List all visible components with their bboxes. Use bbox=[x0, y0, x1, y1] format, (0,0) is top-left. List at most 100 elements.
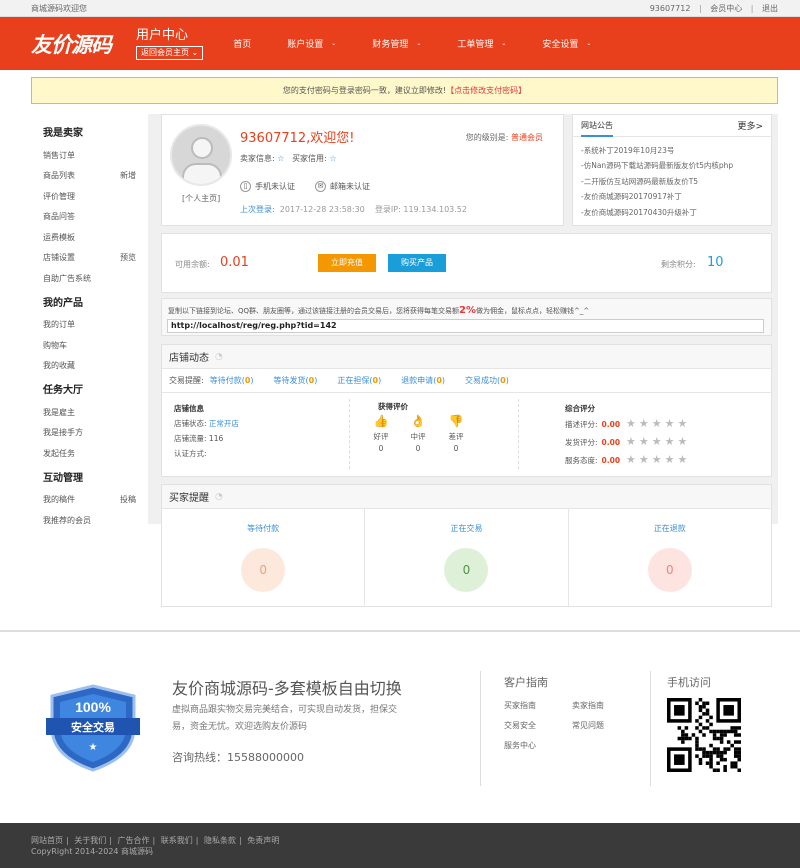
announcement-item[interactable]: -仿Nan源码下载站源码最新版友价t5内核php bbox=[581, 158, 763, 173]
trade-link[interactable]: 等待付款(0) bbox=[210, 375, 254, 386]
chevron-down-icon: ⌄ bbox=[331, 40, 337, 47]
sidebar-item-label[interactable]: 评价管理 bbox=[43, 191, 75, 202]
user-center-title: 用户中心 bbox=[136, 27, 189, 43]
announcement-panel: 网站公告 更多> -系统补丁2019年10月23号 -仿Nan源码下载站源码最新版友… bbox=[572, 114, 772, 226]
traffic-label: 店铺流量: bbox=[174, 434, 207, 443]
nav-item[interactable]: 账户设置 ⌄ bbox=[287, 37, 336, 50]
sidebar-item-label[interactable]: 我的稿件 bbox=[43, 494, 75, 505]
seller-credit-label: 卖家信息: bbox=[240, 154, 275, 163]
sidebar-item-label[interactable]: 销售订单 bbox=[43, 150, 75, 161]
sidebar-item-label[interactable]: 我推荐的会员 bbox=[43, 515, 91, 526]
sidebar-item[interactable]: 店铺设置 预览 bbox=[43, 248, 148, 269]
phone-auth[interactable]: 手机未认证 bbox=[255, 181, 295, 192]
content: [个人主页] 93607712,欢迎您! 您的级别是: 普通会员 卖家信息: ☆… bbox=[161, 114, 778, 607]
guide-link[interactable]: 服务中心 bbox=[504, 740, 572, 751]
email-auth[interactable]: 邮箱未认证 bbox=[330, 181, 370, 192]
sidebar-item-extra[interactable]: 预览 bbox=[120, 252, 136, 263]
change-pay-password-link[interactable]: 【点击修改支付密码】 bbox=[446, 85, 526, 96]
back-label: 返回会员主页 bbox=[141, 47, 189, 57]
sidebar-item[interactable]: 自助广告系统 bbox=[43, 268, 148, 289]
chevron-down-icon: ⌄ bbox=[416, 40, 422, 47]
nav-item[interactable]: 首页 bbox=[233, 37, 251, 50]
nav-label: 账户设置 bbox=[287, 40, 324, 50]
sidebar-item-label[interactable]: 我的订单 bbox=[43, 319, 75, 330]
sidebar-item-label[interactable]: 自助广告系统 bbox=[43, 273, 91, 284]
buyer-count-circle: 0 bbox=[444, 548, 489, 592]
buy-product-button[interactable]: 购买产品 bbox=[388, 254, 446, 272]
nav-item[interactable]: 财务管理 ⌄ bbox=[372, 37, 421, 50]
sidebar-item[interactable]: 购物车 bbox=[43, 335, 148, 356]
sidebar-item-label[interactable]: 发起任务 bbox=[43, 448, 75, 459]
eval-label: 好评 bbox=[373, 432, 389, 441]
trade-link[interactable]: 退款申请(0) bbox=[401, 375, 445, 386]
buyer-column[interactable]: 正在退款 0 bbox=[569, 509, 771, 607]
bottom-link[interactable]: 关于我们 bbox=[74, 836, 106, 845]
sidebar-item[interactable]: 我的稿件 投稿 bbox=[43, 490, 148, 511]
sidebar-item-extra[interactable]: 投稿 bbox=[120, 494, 136, 505]
sidebar-item[interactable]: 我是雇主 bbox=[43, 402, 148, 423]
guide-link[interactable]: 买家指南 bbox=[504, 700, 572, 711]
separator: | bbox=[66, 836, 72, 845]
bottom-link[interactable]: 联系我们 bbox=[161, 836, 193, 845]
sidebar-item[interactable]: 销售订单 bbox=[43, 145, 148, 166]
referral-url-field[interactable]: http://localhost/reg/reg.php?tid=142 bbox=[167, 319, 764, 333]
trade-link[interactable]: 正在担保(0) bbox=[337, 375, 381, 386]
sidebar-item-extra[interactable]: 新增 bbox=[120, 170, 136, 181]
guide-link[interactable]: 常见问题 bbox=[572, 720, 632, 731]
eval-item: 👎 差评 0 bbox=[436, 415, 476, 455]
buyer-column-label[interactable]: 正在退款 bbox=[569, 523, 771, 534]
guide-link[interactable]: 卖家指南 bbox=[572, 700, 632, 711]
bottom-link[interactable]: 免责声明 bbox=[247, 836, 279, 845]
trade-link[interactable]: 等待发货(0) bbox=[274, 375, 318, 386]
personal-home-link[interactable]: [个人主页] bbox=[182, 193, 220, 204]
announcement-item[interactable]: -友价商城源码20170430升级补丁 bbox=[581, 205, 763, 220]
nav-item[interactable]: 工单管理 ⌄ bbox=[457, 37, 506, 50]
sidebar-item-label[interactable]: 购物车 bbox=[43, 340, 67, 351]
sidebar-item[interactable]: 我的订单 bbox=[43, 315, 148, 336]
recharge-button[interactable]: 立即充值 bbox=[318, 254, 376, 272]
sidebar-item-label[interactable]: 商品问答 bbox=[43, 211, 75, 222]
sidebar-item[interactable]: 商品列表 新增 bbox=[43, 166, 148, 187]
guide-link[interactable]: 交易安全 bbox=[504, 720, 572, 731]
sidebar-item[interactable]: 发起任务 bbox=[43, 443, 148, 464]
announcement-item[interactable]: -系统补丁2019年10月23号 bbox=[581, 143, 763, 158]
sidebar-item-label[interactable]: 我的收藏 bbox=[43, 360, 75, 371]
sidebar-item-label[interactable]: 商品列表 bbox=[43, 170, 75, 181]
avatar[interactable] bbox=[170, 124, 232, 186]
site-logo[interactable]: 友价源码 bbox=[31, 29, 112, 59]
member-center-link[interactable]: 会员中心 bbox=[710, 4, 742, 13]
announcement-item[interactable]: -友价商城源码20170917补丁 bbox=[581, 189, 763, 204]
star-icon: ☆ bbox=[329, 154, 337, 163]
sidebar-item-label[interactable]: 我是接手方 bbox=[43, 427, 83, 438]
buyer-column[interactable]: 等待付款 0 bbox=[162, 509, 366, 607]
sidebar-item[interactable]: 商品问答 bbox=[43, 207, 148, 228]
buyer-column-label[interactable]: 正在交易 bbox=[365, 523, 567, 534]
score-row: 发货评分: 0.00 ★★★★★ bbox=[565, 433, 690, 451]
commission-pct: 2% bbox=[459, 305, 477, 316]
more-link[interactable]: 更多> bbox=[737, 119, 763, 132]
bottom-link[interactable]: 网站首页 bbox=[31, 836, 63, 845]
sidebar-item[interactable]: 我是接手方 bbox=[43, 423, 148, 444]
buyer-column-label[interactable]: 等待付款 bbox=[162, 523, 364, 534]
chevron-down-icon: ⌄ bbox=[501, 40, 507, 47]
trade-link[interactable]: 交易成功(0) bbox=[465, 375, 509, 386]
eval-count: 0 bbox=[453, 444, 459, 453]
buyer-column[interactable]: 正在交易 0 bbox=[365, 509, 569, 607]
announcement-item[interactable]: -二开版仿互站网源码最新版友价T5 bbox=[581, 174, 763, 189]
sidebar-item[interactable]: 我推荐的会员 bbox=[43, 510, 148, 531]
bottom-link[interactable]: 广告合作 bbox=[118, 836, 150, 845]
sidebar-item-label[interactable]: 运费模板 bbox=[43, 232, 75, 243]
sidebar-item[interactable]: 评价管理 bbox=[43, 186, 148, 207]
sidebar-item-label[interactable]: 我是雇主 bbox=[43, 407, 75, 418]
sidebar-item[interactable]: 运费模板 bbox=[43, 227, 148, 248]
back-member-home-button[interactable]: 返回会员主页 ⌄ bbox=[136, 45, 204, 60]
nav-item[interactable]: 安全设置 ⌄ bbox=[542, 37, 591, 50]
notice-text: 您的支付密码与登录密码一致，建议立即修改! bbox=[282, 86, 447, 95]
buyer-reminder-title: 买家提醒 bbox=[169, 493, 209, 504]
user-id[interactable]: 93607712 bbox=[650, 4, 691, 13]
sidebar-item-label[interactable]: 店铺设置 bbox=[43, 252, 75, 263]
sidebar-item[interactable]: 我的收藏 bbox=[43, 356, 148, 377]
level-label: 您的级别是: bbox=[465, 133, 509, 142]
bottom-link[interactable]: 隐私条款 bbox=[204, 836, 236, 845]
logout-link[interactable]: 退出 bbox=[762, 4, 778, 13]
